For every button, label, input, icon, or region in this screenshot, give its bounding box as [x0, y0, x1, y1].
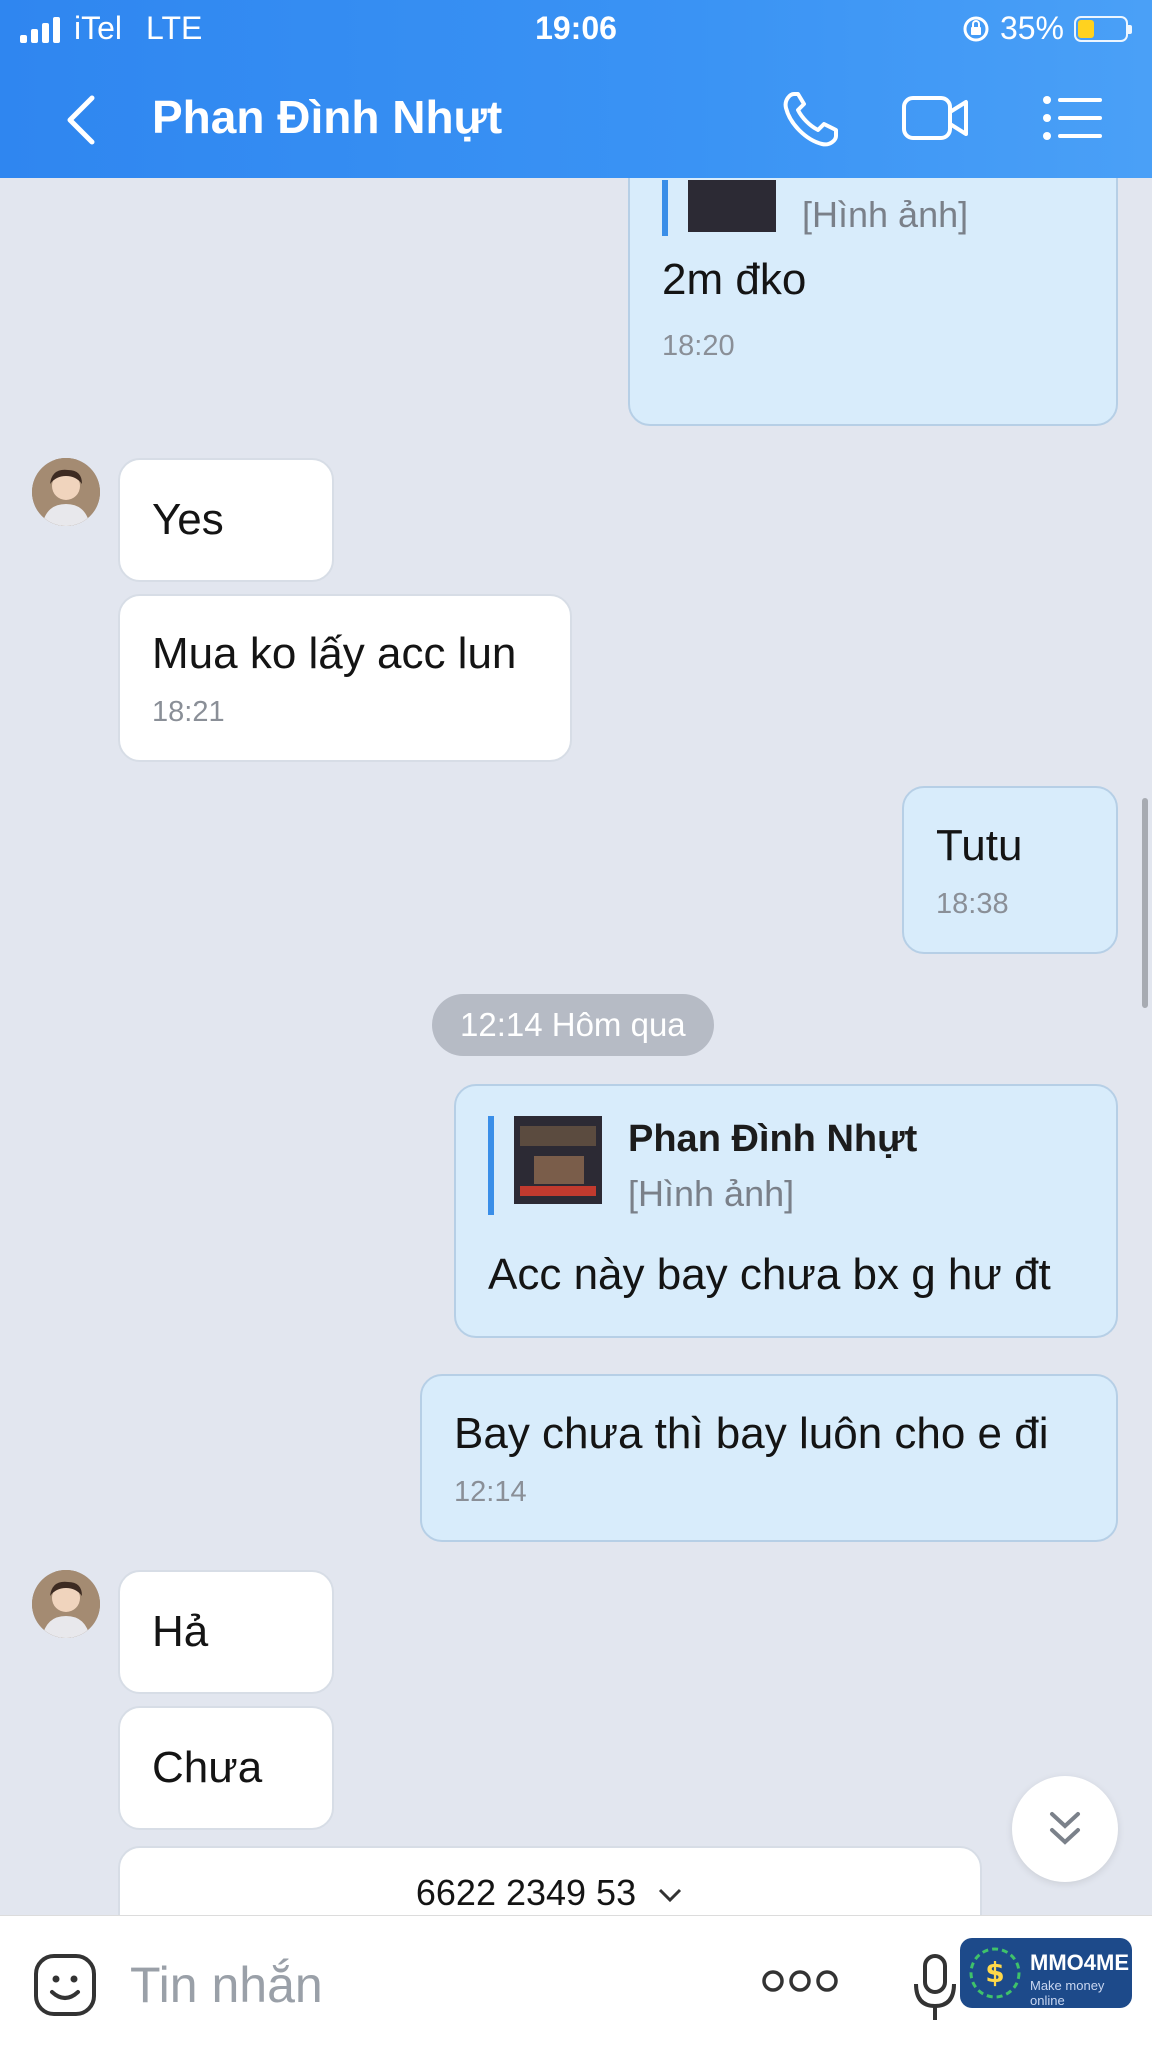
message-list[interactable]: [Hình ảnh] 2m đko 18:20 Yes Mua ko lấy a…: [0, 178, 1152, 1915]
quote-subtitle: [Hình ảnh]: [802, 194, 969, 235]
scrollbar[interactable]: [1142, 798, 1148, 1008]
reply-quote[interactable]: Phan Đình Nhựt [Hình ảnh]: [488, 1116, 1084, 1215]
phone-number-card[interactable]: 6622 2349 53: [118, 1846, 982, 1915]
quoted-image-thumbnail: [514, 1116, 602, 1204]
avatar[interactable]: [32, 458, 100, 526]
battery-percent: 35%: [999, 10, 1064, 46]
message-text: Tutu: [936, 821, 1023, 870]
battery-icon: [1074, 15, 1132, 42]
date-divider: 12:14 Hôm qua: [432, 994, 714, 1056]
message-incoming[interactable]: Mua ko lấy acc lun 18:21: [118, 594, 572, 762]
contact-name[interactable]: Phan Đình Nhựt: [152, 90, 502, 144]
message-text: Mua ko lấy acc lun: [152, 629, 517, 678]
message-incoming[interactable]: Hả: [118, 1570, 334, 1694]
watermark-logo: $ MMO4ME Make money online: [960, 1938, 1132, 2008]
message-text: Acc này bay chưa bx g hư đt: [488, 1250, 1051, 1299]
message-time: 18:20: [662, 330, 735, 362]
avatar[interactable]: [32, 1570, 100, 1638]
message-outgoing[interactable]: Phan Đình Nhựt [Hình ảnh] Acc này bay ch…: [454, 1084, 1118, 1338]
message-text: Yes: [152, 495, 224, 544]
phone-number: 6622 2349 53: [120, 1872, 980, 1914]
dollar-coin-icon: $: [969, 1947, 1021, 1999]
chat-header: iTel LTE 19:06 35% Phan Đình Nhựt: [0, 0, 1152, 178]
emoji-sticker-icon[interactable]: [32, 1952, 98, 2018]
message-text: Chưa: [152, 1743, 263, 1792]
quote-author: Phan Đình Nhựt: [628, 1118, 918, 1160]
microphone-icon[interactable]: [910, 1952, 960, 2024]
double-chevron-down-icon: [1050, 1812, 1080, 1845]
message-input[interactable]: Tin nhắn: [130, 1956, 323, 2014]
quote-subtitle: [Hình ảnh]: [628, 1173, 795, 1214]
phone-call-icon[interactable]: [776, 86, 846, 150]
more-options-icon[interactable]: [762, 1968, 838, 1994]
watermark-brand: MMO4ME: [1030, 1950, 1129, 1975]
message-outgoing[interactable]: Bay chưa thì bay luôn cho e đi 12:14: [420, 1374, 1118, 1542]
message-incoming[interactable]: Yes: [118, 458, 334, 582]
back-button[interactable]: [58, 90, 108, 150]
message-time: 18:38: [936, 888, 1009, 920]
message-incoming[interactable]: Chưa: [118, 1706, 334, 1830]
reply-quote[interactable]: [Hình ảnh]: [662, 180, 1084, 236]
message-outgoing[interactable]: Tutu 18:38: [902, 786, 1118, 954]
message-time: 18:21: [152, 696, 225, 728]
message-text: 2m đko: [662, 255, 807, 304]
message-time: 12:14: [454, 1476, 527, 1508]
rotation-lock-icon: [963, 16, 989, 41]
message-text: Bay chưa thì bay luôn cho e đi: [454, 1409, 1049, 1458]
status-bar: iTel LTE 19:06 35%: [0, 0, 1152, 60]
menu-list-icon[interactable]: [1038, 86, 1108, 150]
svg-text:$: $: [985, 1956, 1004, 1989]
message-text: Hả: [152, 1607, 209, 1656]
chevron-down-icon: [659, 1888, 682, 1903]
message-outgoing[interactable]: [Hình ảnh] 2m đko 18:20: [628, 178, 1118, 426]
scroll-to-bottom-button[interactable]: [1012, 1776, 1118, 1882]
watermark-tagline: Make money online: [1030, 1978, 1105, 2008]
video-call-icon[interactable]: [900, 86, 970, 150]
quoted-image-thumbnail: [688, 180, 776, 232]
